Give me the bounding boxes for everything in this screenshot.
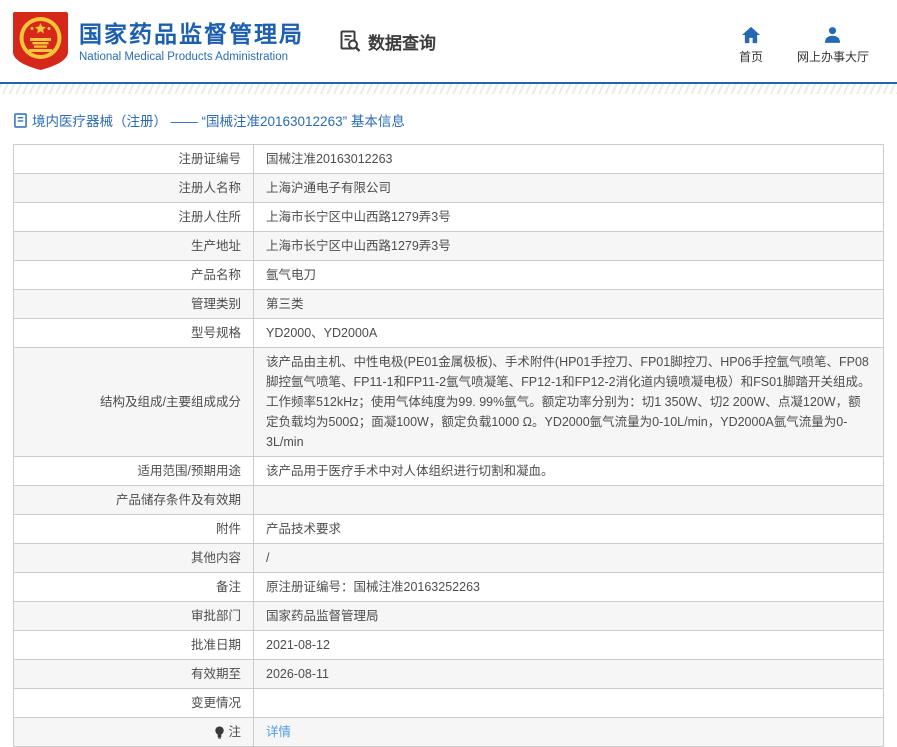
row-value: 国械注准20163012263 [266,152,393,166]
table-row: 注册人住所 上海市长宁区中山西路1279弄3号 [14,203,883,232]
row-value: 该产品用于医疗手术中对人体组织进行切割和凝血。 [266,464,554,478]
table-row: 型号规格 YD2000、YD2000A [14,319,883,348]
row-label: 有效期至 [14,660,254,688]
row-value: 详情 [254,718,883,746]
table-row: 注册证编号 国械注准20163012263 [14,145,883,174]
row-label: 注册人名称 [14,174,254,202]
row-value: / [266,551,270,565]
nav-item-home[interactable]: 首页 [739,26,763,65]
row-value: 2026-08-11 [266,667,330,681]
data-query-menu[interactable]: 数据查询 [338,29,436,54]
table-row: 结构及组成/主要组成成分 该产品由主机、中性电极(PE01金属极板)、手术附件(… [14,348,883,457]
data-query-label: 数据查询 [368,33,436,53]
row-label: 管理类别 [14,290,254,318]
breadcrumb-text: 境内医疗器械（注册） —— “国械注准20163012263” 基本信息 [32,114,405,129]
document-search-icon [338,29,362,53]
table-row: 生产地址 上海市长宁区中山西路1279弄3号 [14,232,883,261]
row-label: 备注 [14,573,254,601]
bulb-icon [214,725,225,739]
site-title: 国家药品监督管理局 [79,20,304,47]
table-row: 管理类别 第三类 [14,290,883,319]
row-label: 其他内容 [14,544,254,572]
row-label: 型号规格 [14,319,254,347]
row-label: 注 [14,718,254,746]
nav-item-label: 首页 [738,49,763,64]
row-value [254,689,883,717]
table-row: 产品储存条件及有效期 [14,486,883,515]
row-label: 注册证编号 [14,145,254,173]
row-label: 产品名称 [14,261,254,289]
nav-item-service-hall[interactable]: 网上办事大厅 [797,26,869,65]
row-value: 该产品由主机、中性电极(PE01金属极板)、手术附件(HP01手控刀、FP01脚… [266,355,871,449]
national-emblem-logo [12,11,69,71]
note-label: 注 [228,725,241,739]
row-value: 产品技术要求 [266,522,342,536]
row-label: 批准日期 [14,631,254,659]
table-row: 适用范围/预期用途 该产品用于医疗手术中对人体组织进行切割和凝血。 [14,457,883,486]
table-row: 备注 原注册证编号：国械注准20163252263 [14,573,883,602]
table-row: 产品名称 氩气电刀 [14,261,883,290]
row-value: 2021-08-12 [266,638,330,652]
row-value: 上海市长宁区中山西路1279弄3号 [266,210,451,224]
table-row: 有效期至 2026-08-11 [14,660,883,689]
row-label: 产品储存条件及有效期 [14,486,254,514]
table-row: 注册人名称 上海沪通电子有限公司 [14,174,883,203]
site-subtitle: National Medical Products Administration [79,50,289,63]
row-value: 国家药品监督管理局 [266,609,379,623]
row-value: 上海沪通电子有限公司 [266,181,392,195]
header-nav: 首页 网上办事大厅 [739,26,869,65]
row-value [254,486,883,514]
registration-info-table: 注册证编号 国械注准20163012263 注册人名称 上海沪通电子有限公司 注… [13,144,884,747]
row-value: 氩气电刀 [266,268,317,282]
row-label: 注册人住所 [14,203,254,231]
table-row: 批准日期 2021-08-12 [14,631,883,660]
row-label: 变更情况 [14,689,254,717]
table-row: 附件 产品技术要求 [14,515,883,544]
row-value: 原注册证编号：国械注准20163252263 [266,580,480,594]
table-row: 审批部门 国家药品监督管理局 [14,602,883,631]
row-value: 第三类 [266,297,304,311]
title-block: 国家药品监督管理局 National Medical Products Admi… [79,20,304,63]
home-icon [741,26,761,44]
row-label: 附件 [14,515,254,543]
table-row: 注 详情 [14,718,883,746]
stripe-band [0,84,897,94]
details-link[interactable]: 详情 [266,722,291,742]
breadcrumb: 境内医疗器械（注册） —— “国械注准20163012263” 基本信息 [0,94,897,142]
row-label: 审批部门 [14,602,254,630]
document-icon [14,112,27,128]
row-label: 生产地址 [14,232,254,260]
row-label: 结构及组成/主要组成成分 [14,348,254,456]
row-value: YD2000、YD2000A [266,326,378,340]
table-row: 变更情况 [14,689,883,718]
site-header: 国家药品监督管理局 National Medical Products Admi… [0,0,897,84]
nav-item-label: 网上办事大厅 [796,49,869,64]
table-row: 其他内容 / [14,544,883,573]
row-label: 适用范围/预期用途 [14,457,254,485]
row-value: 上海市长宁区中山西路1279弄3号 [266,239,451,253]
user-icon [823,26,842,44]
